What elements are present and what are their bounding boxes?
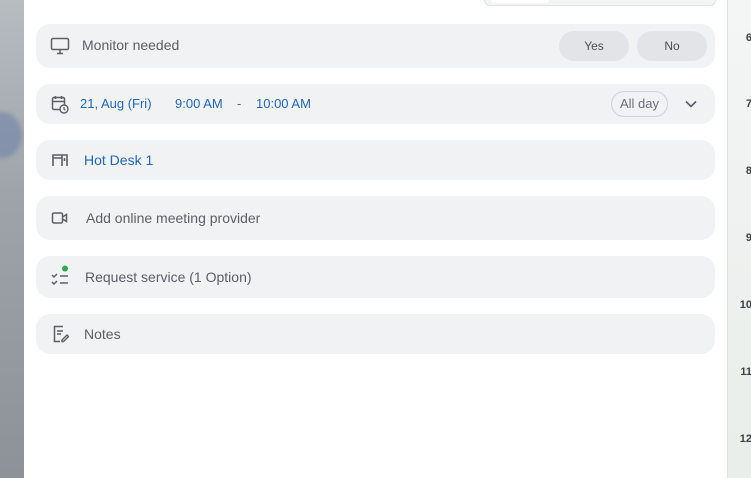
resource-row[interactable]: Hot Desk 1: [36, 140, 715, 180]
segment-selected[interactable]: [491, 0, 549, 3]
segmented-control-partial[interactable]: [484, 0, 716, 6]
all-day-toggle[interactable]: All day: [611, 91, 669, 117]
page-backdrop: [0, 0, 24, 478]
notes-icon: [50, 324, 70, 344]
monitor-needed-label: Monitor needed: [82, 37, 180, 53]
date-picker[interactable]: 21, Aug (Fri): [80, 96, 152, 111]
hour-label: 12: [739, 433, 751, 445]
request-service-row[interactable]: Request service (1 Option): [36, 256, 715, 298]
monitor-no-button[interactable]: No: [637, 31, 707, 61]
request-service-label[interactable]: Request service (1 Option): [85, 269, 252, 285]
time-separator: -: [237, 96, 242, 111]
resource-name[interactable]: Hot Desk 1: [84, 152, 153, 168]
add-online-meeting-label[interactable]: Add online meeting provider: [86, 210, 260, 226]
online-meeting-row[interactable]: Add online meeting provider: [36, 196, 715, 240]
notes-row[interactable]: Notes: [36, 314, 715, 354]
chevron-down-icon[interactable]: [681, 94, 701, 114]
calendar-hours-strip: 6 7 8 9 10 11 12: [727, 0, 751, 478]
monitor-needed-row: Monitor needed Yes No: [36, 24, 715, 68]
desk-icon: [50, 150, 70, 170]
hour-label: 10: [739, 299, 751, 311]
end-time-picker[interactable]: 10:00 AM: [256, 96, 311, 111]
backdrop-shape: [0, 112, 22, 158]
hour-label: 7: [728, 98, 751, 110]
monitor-icon: [50, 36, 70, 56]
hour-label: 9: [728, 232, 751, 244]
calendar-clock-icon: [50, 94, 70, 114]
hour-label: 6: [728, 32, 751, 44]
checklist-icon: [50, 265, 70, 286]
schedule-row: 21, Aug (Fri) 9:00 AM - 10:00 AM All day: [36, 84, 715, 124]
start-time-picker[interactable]: 9:00 AM: [175, 96, 223, 111]
video-camera-icon: [50, 208, 70, 228]
notes-label[interactable]: Notes: [84, 326, 121, 342]
hour-label: 8: [728, 165, 751, 177]
hour-label: 11: [740, 366, 751, 378]
monitor-yes-button[interactable]: Yes: [559, 31, 629, 61]
